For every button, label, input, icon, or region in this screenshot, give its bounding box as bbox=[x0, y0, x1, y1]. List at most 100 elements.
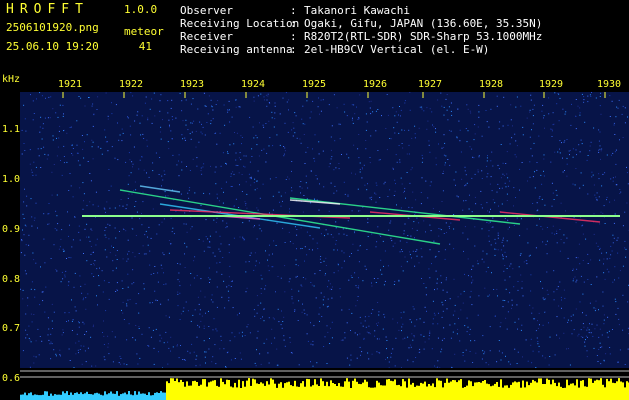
noise-pixel bbox=[329, 288, 331, 290]
noise-pixel bbox=[401, 143, 403, 144]
noise-pixel bbox=[269, 102, 271, 104]
noise-pixel bbox=[560, 202, 562, 204]
noise-pixel bbox=[449, 164, 451, 166]
noise-pixel bbox=[598, 151, 600, 153]
noise-pixel bbox=[186, 231, 188, 233]
noise-pixel bbox=[160, 138, 162, 140]
noise-pixel bbox=[587, 263, 589, 264]
noise-pixel bbox=[196, 275, 198, 277]
noise-pixel bbox=[494, 248, 496, 250]
noise-pixel bbox=[394, 190, 396, 192]
noise-pixel bbox=[159, 110, 161, 112]
level-bar bbox=[38, 395, 40, 400]
noise-pixel bbox=[205, 351, 207, 353]
noise-pixel bbox=[432, 124, 433, 126]
noise-pixel bbox=[271, 328, 273, 330]
noise-pixel bbox=[433, 312, 435, 314]
level-bar bbox=[398, 384, 400, 400]
noise-pixel bbox=[59, 349, 61, 351]
level-bar bbox=[276, 387, 278, 400]
level-bar bbox=[260, 382, 262, 400]
noise-pixel bbox=[210, 165, 211, 167]
noise-pixel bbox=[431, 111, 433, 113]
noise-pixel bbox=[91, 105, 93, 107]
noise-pixel bbox=[552, 192, 554, 194]
noise-pixel bbox=[435, 128, 436, 130]
noise-pixel bbox=[536, 224, 538, 226]
noise-pixel bbox=[132, 337, 134, 339]
noise-pixel bbox=[271, 117, 273, 119]
noise-pixel bbox=[51, 343, 53, 345]
level-bar bbox=[194, 380, 196, 400]
level-bar bbox=[284, 383, 286, 400]
noise-pixel bbox=[83, 253, 84, 254]
noise-pixel bbox=[564, 113, 566, 115]
noise-pixel bbox=[53, 311, 55, 313]
noise-pixel bbox=[462, 209, 464, 211]
noise-pixel bbox=[324, 274, 326, 276]
noise-pixel bbox=[401, 129, 403, 131]
noise-pixel bbox=[465, 184, 467, 186]
noise-pixel bbox=[44, 153, 46, 155]
noise-pixel bbox=[490, 176, 492, 178]
noise-pixel bbox=[175, 210, 177, 212]
noise-pixel bbox=[302, 303, 303, 305]
noise-pixel bbox=[22, 350, 24, 352]
noise-pixel bbox=[159, 100, 161, 102]
noise-pixel bbox=[328, 280, 330, 282]
noise-pixel bbox=[499, 326, 501, 328]
noise-pixel bbox=[312, 100, 314, 102]
noise-pixel bbox=[578, 243, 580, 245]
noise-pixel bbox=[22, 213, 24, 215]
noise-pixel bbox=[394, 115, 396, 117]
noise-pixel bbox=[171, 99, 173, 101]
noise-pixel bbox=[363, 337, 365, 339]
noise-pixel bbox=[150, 273, 152, 275]
noise-pixel bbox=[396, 204, 397, 206]
info-row-observer: Observer: Takanori Kawachi bbox=[180, 4, 542, 17]
noise-pixel bbox=[256, 238, 258, 240]
noise-pixel bbox=[577, 257, 579, 259]
noise-pixel bbox=[287, 176, 289, 178]
noise-pixel bbox=[66, 258, 67, 259]
noise-pixel bbox=[43, 213, 45, 215]
noise-pixel bbox=[464, 170, 466, 172]
noise-pixel bbox=[546, 289, 548, 291]
noise-pixel bbox=[359, 210, 361, 212]
noise-pixel bbox=[598, 149, 600, 151]
noise-pixel bbox=[430, 230, 432, 232]
level-bar bbox=[306, 378, 308, 400]
noise-pixel bbox=[138, 328, 140, 329]
noise-pixel bbox=[455, 171, 457, 173]
noise-pixel bbox=[392, 245, 394, 247]
level-bar bbox=[248, 378, 250, 400]
noise-pixel bbox=[141, 115, 143, 117]
noise-pixel bbox=[535, 330, 537, 332]
noise-pixel bbox=[626, 172, 628, 174]
noise-pixel bbox=[256, 137, 258, 139]
noise-pixel bbox=[474, 133, 476, 135]
noise-pixel bbox=[128, 175, 130, 177]
noise-pixel bbox=[276, 134, 278, 136]
noise-pixel bbox=[488, 126, 490, 128]
level-bar bbox=[216, 385, 218, 400]
noise-pixel bbox=[497, 237, 499, 239]
noise-pixel bbox=[161, 221, 163, 223]
noise-pixel bbox=[112, 361, 114, 363]
noise-pixel bbox=[71, 246, 73, 248]
noise-pixel bbox=[443, 146, 445, 148]
noise-pixel bbox=[571, 333, 573, 335]
level-bar bbox=[192, 381, 194, 400]
noise-pixel bbox=[145, 253, 147, 255]
noise-pixel bbox=[364, 320, 366, 322]
noise-pixel bbox=[487, 155, 488, 157]
noise-pixel bbox=[215, 221, 217, 223]
noise-pixel bbox=[326, 325, 328, 327]
noise-pixel bbox=[393, 284, 395, 285]
noise-pixel bbox=[105, 227, 107, 229]
noise-pixel bbox=[30, 341, 32, 343]
noise-pixel bbox=[118, 362, 120, 364]
level-bar bbox=[266, 381, 268, 400]
level-bar bbox=[484, 380, 486, 400]
noise-pixel bbox=[563, 317, 565, 319]
